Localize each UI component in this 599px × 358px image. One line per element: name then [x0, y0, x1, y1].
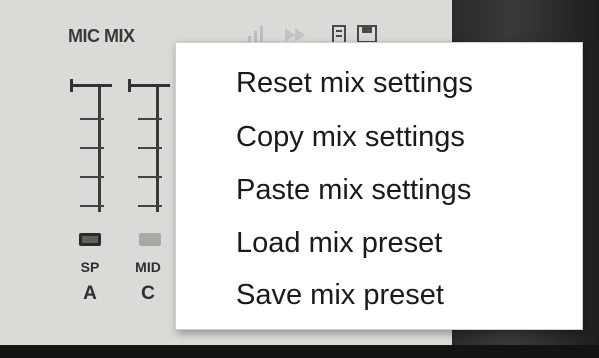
- menu-item-save-mix-preset[interactable]: Save mix preset: [236, 275, 444, 315]
- fader-track: [98, 87, 101, 212]
- menu-item-reset-mix-settings[interactable]: Reset mix settings: [236, 63, 473, 103]
- channel-c-letter: C: [141, 283, 155, 304]
- fader-handle[interactable]: [70, 79, 112, 92]
- mix-context-menu: Reset mix settings Copy mix settings Pas…: [175, 42, 583, 330]
- skip-icon[interactable]: [283, 24, 309, 44]
- fader-handle[interactable]: [128, 79, 170, 92]
- channel-a-short-label: SP: [80, 259, 100, 275]
- channel-a-led[interactable]: [79, 233, 101, 246]
- fader-track: [156, 87, 159, 212]
- menu-item-copy-mix-settings[interactable]: Copy mix settings: [236, 117, 465, 157]
- channel-a-letter: A: [83, 283, 97, 304]
- panel-title: MIC MIX: [68, 26, 135, 46]
- fader-sp-a[interactable]: [70, 76, 112, 212]
- channel-c-short-label: MID: [135, 259, 161, 275]
- fader-mid-c[interactable]: [128, 76, 170, 212]
- meter-bars-icon[interactable]: [246, 24, 268, 44]
- menu-item-paste-mix-settings[interactable]: Paste mix settings: [236, 170, 471, 210]
- channel-c-led[interactable]: [139, 233, 161, 246]
- menu-item-load-mix-preset[interactable]: Load mix preset: [236, 223, 442, 263]
- bottom-edge: [0, 345, 599, 358]
